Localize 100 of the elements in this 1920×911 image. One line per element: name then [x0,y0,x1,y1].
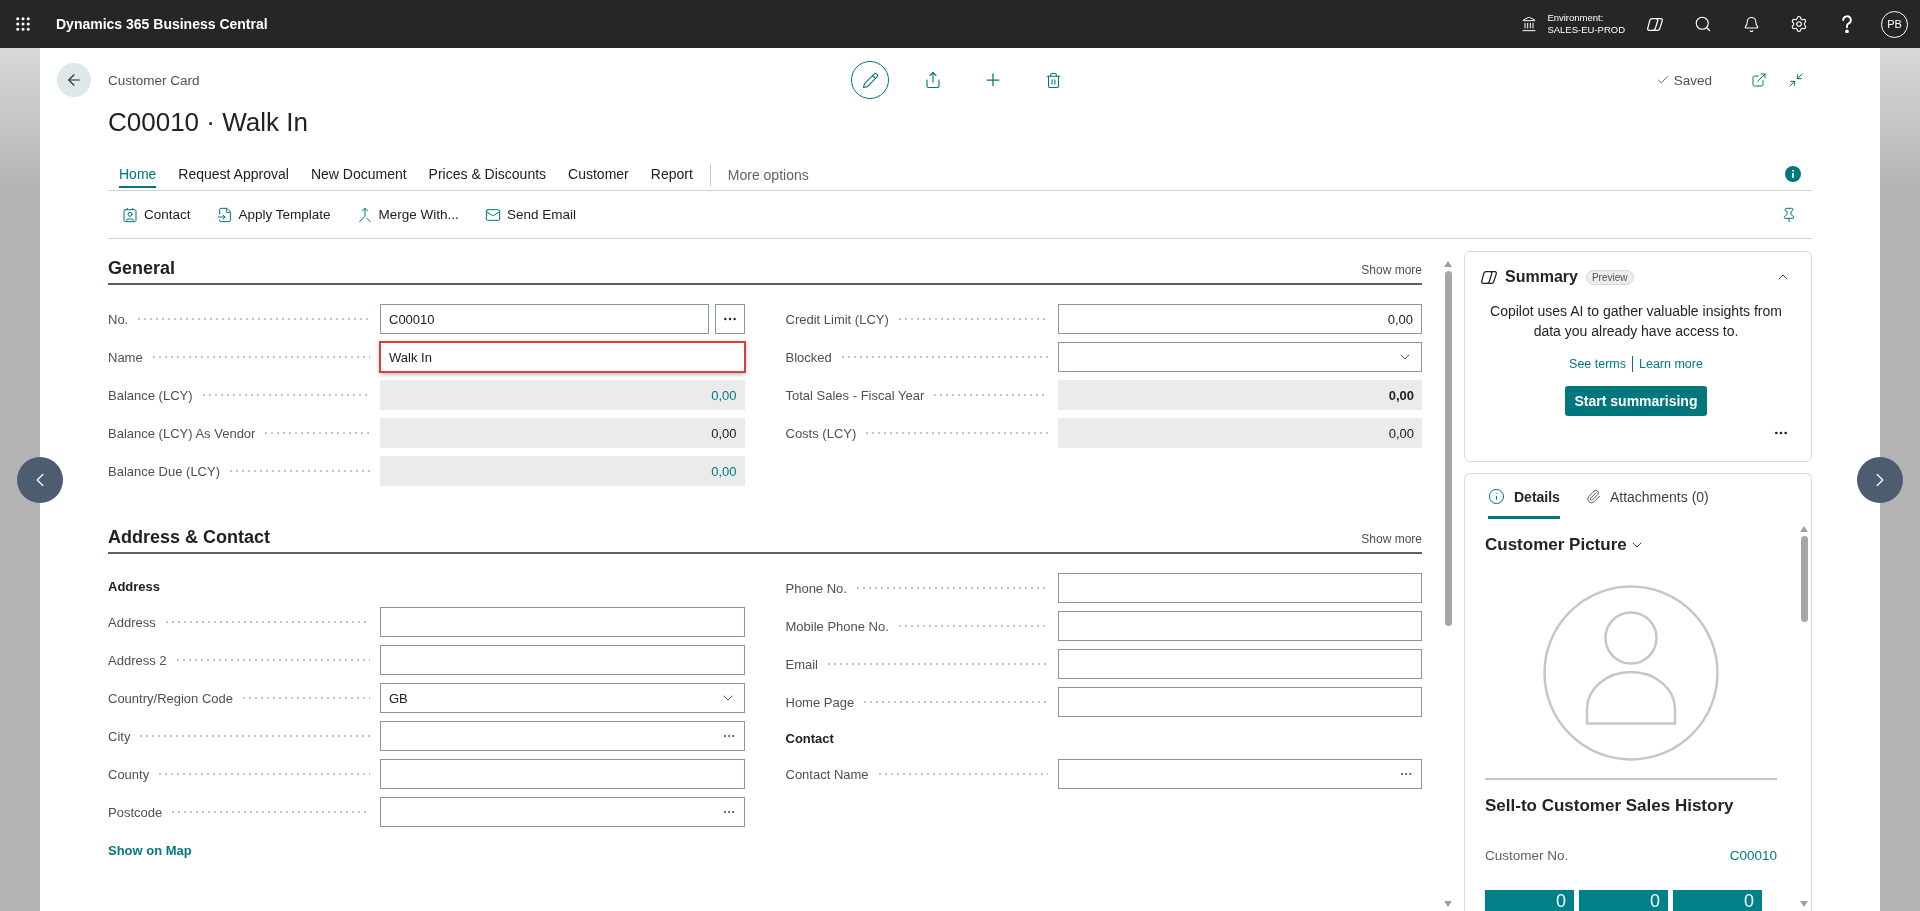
factbox-tab[interactable]: Attachments (0) [1585,474,1709,519]
customer-no-link[interactable]: C00010 [1729,847,1777,863]
readonly-field: 0,00 [1057,380,1422,410]
action-tab[interactable]: Customer [568,162,629,188]
factbox-scrollbar-thumb[interactable] [1800,536,1808,622]
lookup-field[interactable] [380,797,745,827]
picture-title-button[interactable]: Customer Picture [1485,533,1645,557]
action-button[interactable]: Contact [114,199,199,230]
preview-badge: Preview [1585,269,1634,285]
settings-icon [1790,15,1808,33]
sales-count-tile[interactable]: 0 [1579,890,1668,911]
section-title: Address & Contact [108,526,271,548]
check-icon [1655,73,1670,87]
field-label: City [108,728,131,744]
summary-link[interactable]: Learn more [1639,357,1703,371]
field-label: Costs (LCY) [785,425,857,441]
breadcrumb: Customer Card [108,72,200,88]
building-icon [1521,16,1538,32]
sales-count-tile[interactable]: 0 [1485,890,1574,911]
more-options-tab[interactable]: More options [727,162,809,188]
input-field[interactable]: 0,00 [1057,304,1422,334]
factbox-tab[interactable]: Details [1488,474,1560,519]
field-label: Email [785,656,818,672]
input-field[interactable] [380,759,745,789]
field-label: Name [108,349,143,365]
share-icon [924,71,942,89]
merge-arrows-icon [356,206,373,223]
envelope-icon [484,206,501,223]
bell-icon [1742,15,1760,33]
factbox-scrollbar-down-icon[interactable] [1800,901,1808,907]
info-circle-icon [1488,488,1505,505]
help-icon [1842,15,1852,33]
paperclip-icon [1585,489,1601,504]
action-tab[interactable]: Home [119,162,157,188]
contact-card-icon [122,206,138,223]
show-map-link[interactable]: Show on Map [108,842,192,858]
input-field[interactable] [380,645,745,675]
pencil-icon [861,71,879,89]
scrollbar-thumb[interactable] [1444,271,1452,626]
save-status: Saved [1673,72,1712,88]
external-link-icon [1751,72,1767,88]
lookup-field[interactable] [1057,759,1422,789]
action-tab[interactable]: Request Approval [178,162,289,188]
section-title: General [108,257,176,279]
action-tab[interactable]: Prices & Discounts [428,162,547,188]
input-field[interactable] [1057,649,1422,679]
field-label: Postcode [108,804,163,820]
field-label: Address 2 [108,652,167,668]
grid-dots-icon [14,15,32,33]
field-label: Total Sales - Fiscal Year [785,387,925,403]
show-more-link[interactable]: Show more [1361,532,1422,546]
field-label: Balance (LCY) [108,387,193,403]
dropdown-field[interactable] [1057,342,1422,372]
field-label: County [108,766,150,782]
previous-record-button[interactable] [17,456,63,503]
field-label: Credit Limit (LCY) [785,311,889,327]
field-label: Home Page [785,694,855,710]
page-title: C00010 · Walk In [108,106,309,138]
input-field[interactable] [380,607,745,637]
readonly-field: 0,00 [1057,418,1422,448]
input-field[interactable] [1057,687,1422,717]
trash-icon [1044,71,1062,89]
search-icon [1694,15,1712,33]
input-field[interactable]: Walk In [380,342,745,372]
field-label: Balance Due (LCY) [108,463,220,479]
field-label: Customer No. [1485,847,1569,863]
field-label: Country/Region Code [108,690,234,706]
edit-button[interactable] [851,61,889,99]
show-more-link[interactable]: Show more [1361,263,1422,277]
lookup-field[interactable] [380,721,745,751]
info-icon[interactable] [1785,166,1801,182]
input-field[interactable]: C00010 [380,304,709,334]
sales-history-title: Sell-to Customer Sales History [1485,795,1735,817]
action-tab[interactable]: New Document [310,162,407,188]
factbox-scrollbar-up-icon[interactable] [1800,526,1808,532]
collapse-arrows-icon [1788,72,1804,88]
start-summarising-button[interactable]: Start summarising [1564,386,1708,416]
field-label: Blocked [785,349,832,365]
avatar-button[interactable]: PB [1881,10,1908,38]
environment-button[interactable]: Environment: SALES-EU-PROD [1521,0,1631,48]
action-button[interactable]: Merge With... [348,199,467,230]
dropdown-field[interactable]: GB [380,683,745,713]
field-label: Address [108,614,156,630]
action-tab[interactable]: Report [650,162,693,188]
field-label: Mobile Phone No. [785,618,889,634]
pin-icon [1781,206,1797,223]
summary-title: Summary [1505,268,1578,286]
summary-link[interactable]: See terms [1569,357,1626,371]
action-button[interactable]: Send Email [476,199,584,230]
action-button[interactable]: Apply Template [208,199,339,230]
back-button[interactable] [57,63,91,97]
readonly-field[interactable]: 0,00 [380,380,745,410]
scrollbar-down-icon[interactable] [1444,901,1452,907]
input-field[interactable] [1057,611,1422,641]
input-field[interactable] [1057,573,1422,603]
readonly-field[interactable]: 0,00 [380,456,745,486]
scrollbar-up-icon[interactable] [1444,261,1452,267]
lookup-button[interactable] [714,304,745,334]
summary-description: Copilot uses AI to gather valuable insights from data you already have access to. [1489,302,1783,341]
sales-count-tile[interactable]: 0 [1673,890,1762,911]
